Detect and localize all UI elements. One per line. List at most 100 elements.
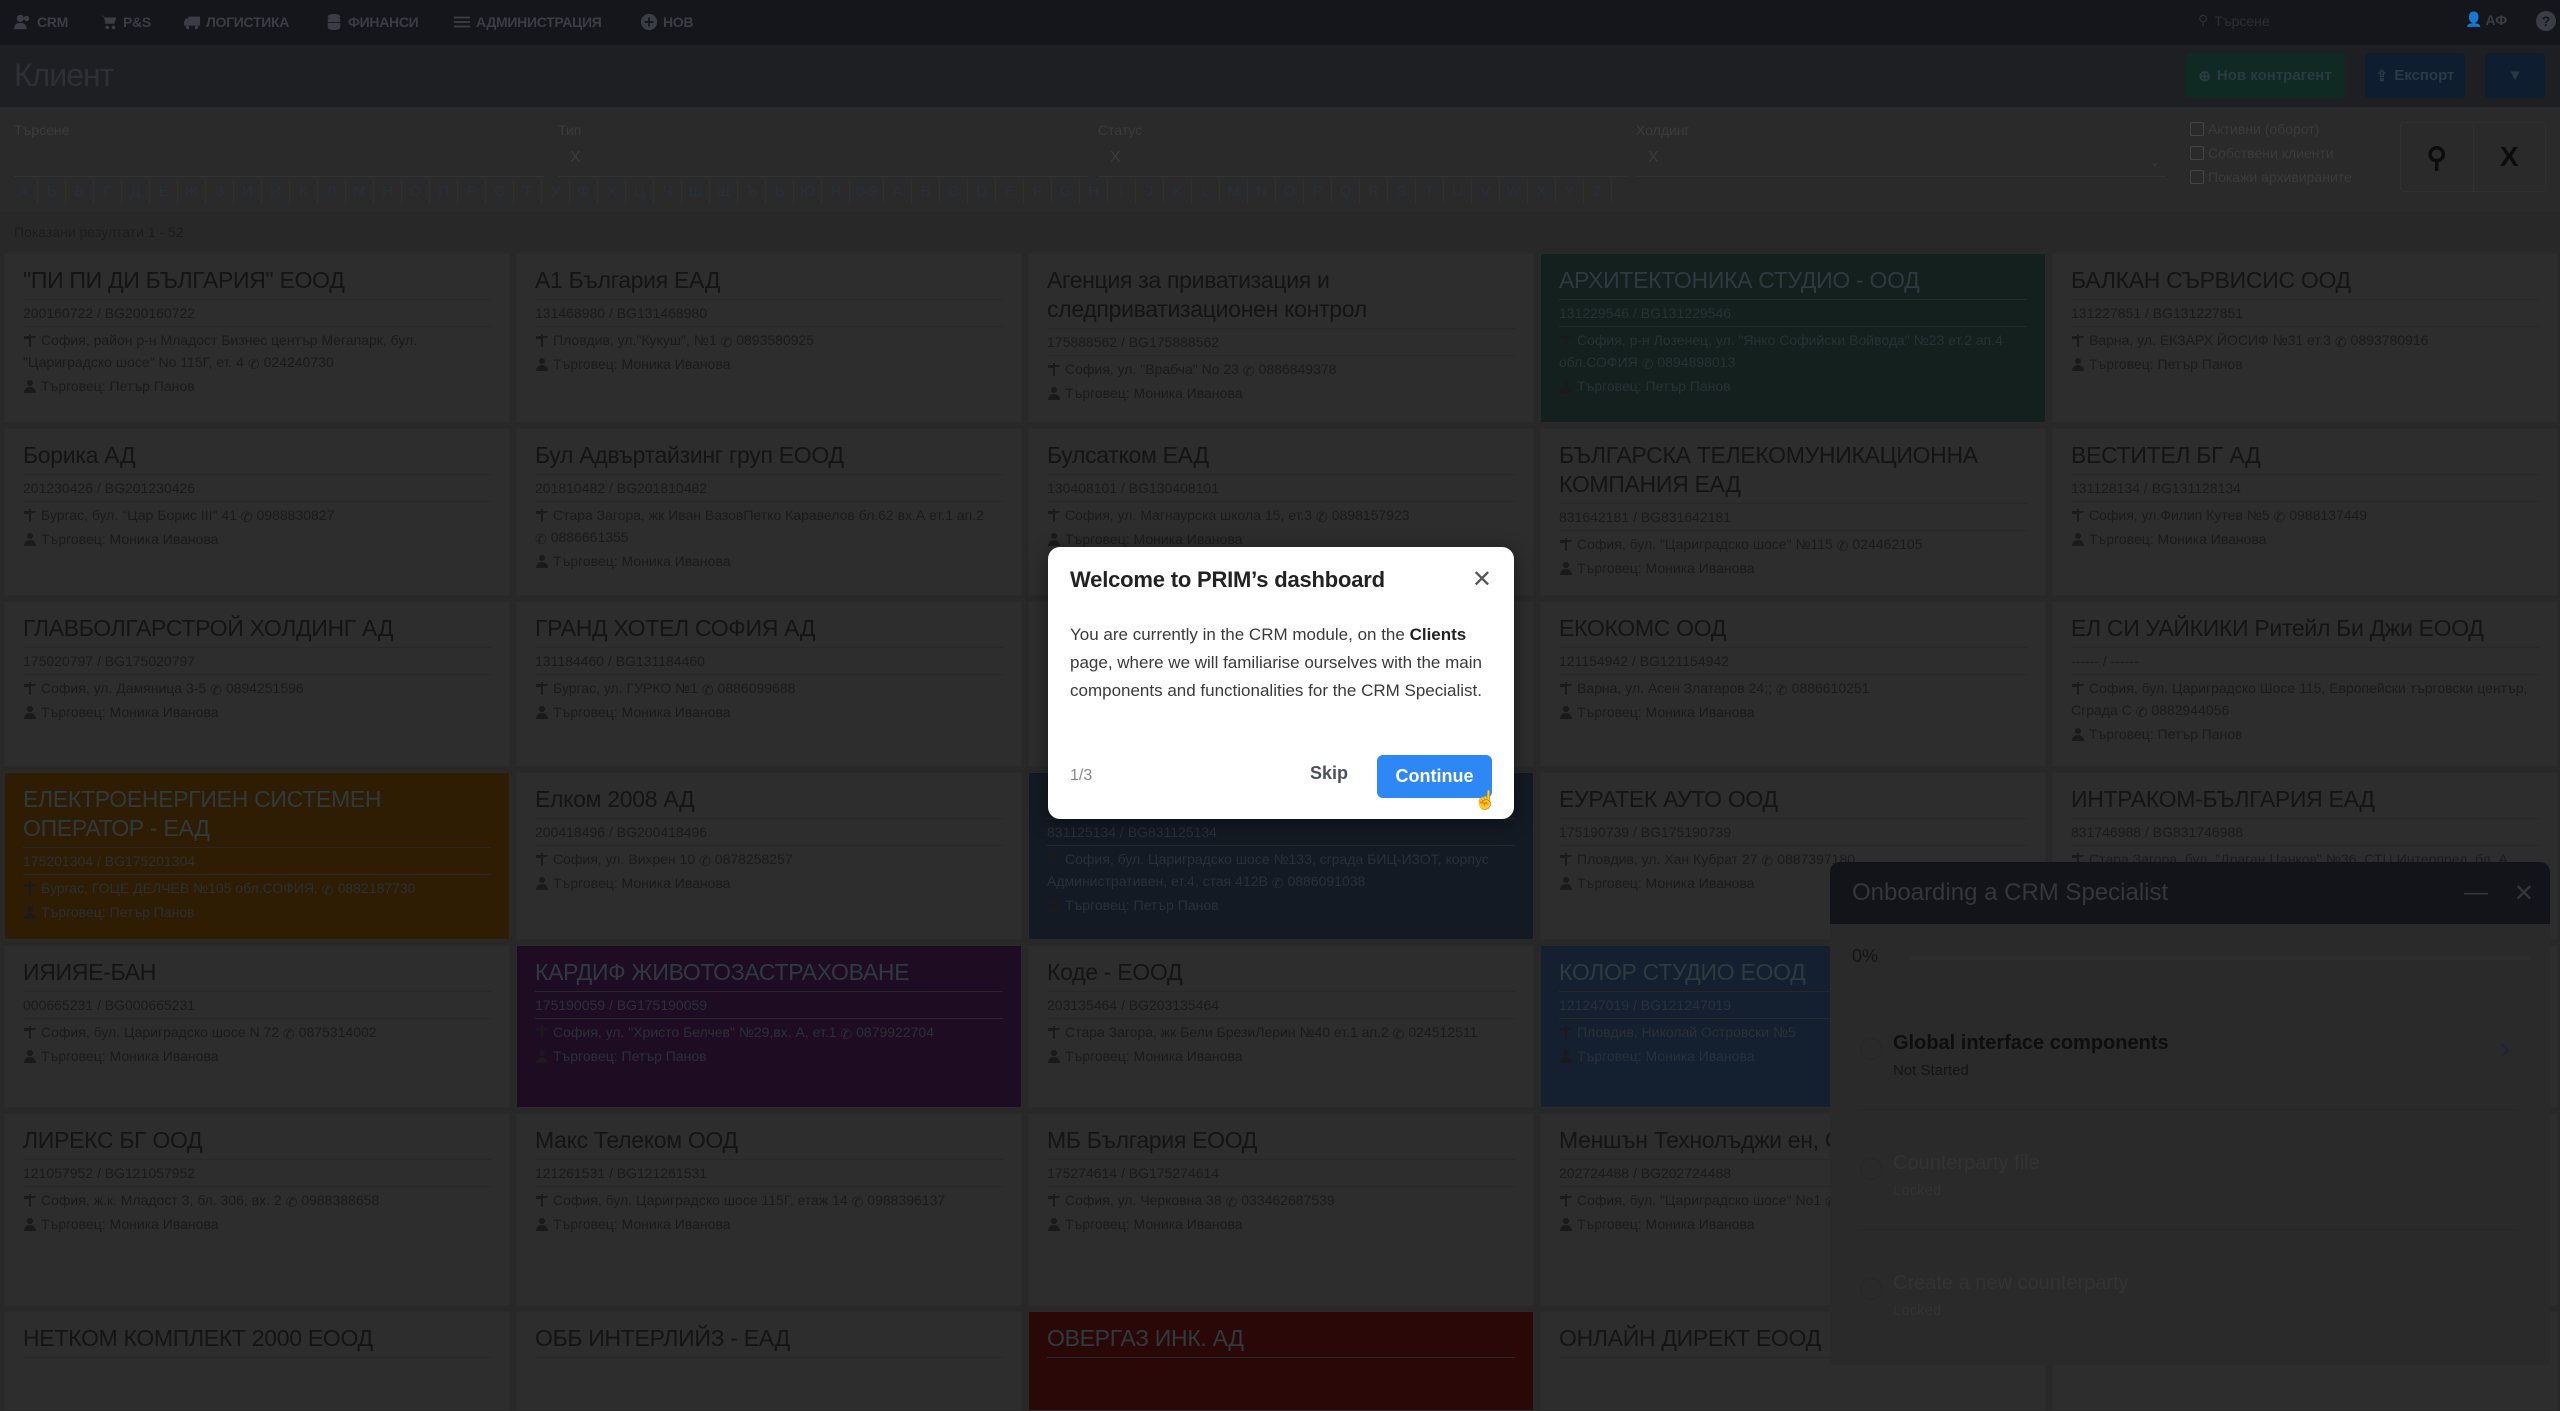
checkbox[interactable] bbox=[2190, 122, 2204, 136]
letter-filter[interactable]: P bbox=[1304, 179, 1332, 204]
nav-logistics[interactable]: ЛОГИСТИКА bbox=[183, 13, 289, 31]
nav-crm[interactable]: CRM bbox=[14, 13, 68, 31]
letter-filter[interactable]: G bbox=[1052, 179, 1080, 204]
client-name[interactable]: НЕТКОМ КОМПЛЕКТ 2000 ЕООД bbox=[23, 1324, 491, 1358]
client-card[interactable]: Агенция за приватизация и следприватизац… bbox=[1028, 253, 1534, 423]
letter-filter[interactable]: Ю bbox=[794, 179, 822, 204]
letter-filter[interactable]: J bbox=[1136, 179, 1164, 204]
letter-filter[interactable]: F bbox=[1024, 179, 1052, 204]
letter-filter[interactable]: Ж bbox=[178, 179, 206, 204]
letter-filter[interactable]: Ф bbox=[570, 179, 598, 204]
letter-filter[interactable]: Х bbox=[598, 179, 626, 204]
letter-filter[interactable]: И bbox=[234, 179, 262, 204]
letter-filter[interactable]: Е bbox=[150, 179, 178, 204]
close-icon[interactable]: ✕ bbox=[2514, 879, 2534, 908]
letter-filter[interactable]: U bbox=[1444, 179, 1472, 204]
onboarding-item[interactable]: Global interface components Not Started › bbox=[1858, 992, 2518, 1110]
letter-filter[interactable]: S bbox=[1388, 179, 1416, 204]
client-name[interactable]: ЕЛЕКТРОЕНЕРГИЕН СИСТЕМЕН ОПЕРАТОР - ЕАД bbox=[23, 785, 491, 848]
letter-filter[interactable]: Z bbox=[1584, 179, 1612, 204]
client-card[interactable]: ОББ ИНТЕРЛИЙЗ - ЕАД bbox=[516, 1311, 1022, 1411]
client-name[interactable]: Коде - ЕООД bbox=[1047, 958, 1515, 992]
letter-filter[interactable]: Ь bbox=[766, 179, 794, 204]
letter-filter[interactable]: М bbox=[346, 179, 374, 204]
client-card[interactable]: БАЛКАН СЪРВИСИС ООД 131227851 / BG1312278… bbox=[2052, 253, 2558, 423]
help-icon[interactable]: ? bbox=[2536, 11, 2556, 31]
client-name[interactable]: ЛИРЕКС БГ ООД bbox=[23, 1126, 491, 1160]
checkbox-own-clients[interactable]: Собствени клиенти bbox=[2190, 145, 2334, 161]
letter-filter[interactable]: I bbox=[1108, 179, 1136, 204]
client-name[interactable]: МБ България ЕООД bbox=[1047, 1126, 1515, 1160]
client-card[interactable]: ЕЛЕКТРОЕНЕРГИЕН СИСТЕМЕН ОПЕРАТОР - ЕАД 1… bbox=[4, 772, 510, 940]
letter-filter[interactable]: Y bbox=[1556, 179, 1584, 204]
client-name[interactable]: ЕУРАТЕК АУТО ООД bbox=[1559, 785, 2027, 819]
global-search[interactable]: ⚲ Търсене bbox=[2198, 12, 2270, 29]
letter-filter[interactable]: M bbox=[1220, 179, 1248, 204]
letter-filter[interactable]: W bbox=[1500, 179, 1528, 204]
nav-ps[interactable]: P&S bbox=[100, 13, 151, 31]
letter-filter[interactable]: K bbox=[1164, 179, 1192, 204]
client-card[interactable]: АРХИТЕКТОНИКА СТУДИО - ООД 131229546 / BG… bbox=[1540, 253, 2046, 423]
client-name[interactable]: ГРАНД ХОТЕЛ СОФИЯ АД bbox=[535, 614, 1003, 648]
client-name[interactable]: Макс Телеком ООД bbox=[535, 1126, 1003, 1160]
nav-new[interactable]: НОВ bbox=[640, 13, 694, 31]
letter-filter[interactable]: L bbox=[1192, 179, 1220, 204]
client-card[interactable]: ГРАНД ХОТЕЛ СОФИЯ АД 131184460 / BG131184… bbox=[516, 601, 1022, 767]
user-menu[interactable]: 👤 АФ bbox=[2465, 11, 2507, 28]
client-name[interactable]: ОББ ИНТЕРЛИЙЗ - ЕАД bbox=[535, 1324, 1003, 1358]
client-name[interactable]: ЕКОКОМС ООД bbox=[1559, 614, 2027, 648]
client-name[interactable]: А1 България ЕАД bbox=[535, 266, 1003, 300]
letter-filter[interactable]: Ш bbox=[682, 179, 710, 204]
letter-filter[interactable]: 0-9 bbox=[850, 179, 884, 204]
client-name[interactable]: Булсатком ЕАД bbox=[1047, 441, 1515, 475]
client-card[interactable]: МБ България ЕООД 175274614 / BG175274614 С… bbox=[1028, 1113, 1534, 1306]
client-card[interactable]: БЪЛГАРСКА ТЕЛЕКОМУНИКАЦИОННА КОМПАНИЯ ЕА… bbox=[1540, 428, 2046, 596]
client-card[interactable]: ГЛАВБОЛГАРСТРОЙ ХОЛДИНГ АД 175020797 / BG… bbox=[4, 601, 510, 767]
client-card[interactable]: А1 България ЕАД 131468980 / BG131468980 Пл… bbox=[516, 253, 1022, 423]
search-input[interactable] bbox=[14, 149, 544, 177]
letter-filter[interactable]: Г bbox=[94, 179, 122, 204]
minimize-icon[interactable]: — bbox=[2464, 879, 2488, 907]
letter-filter[interactable]: D bbox=[968, 179, 996, 204]
letter-filter[interactable]: Л bbox=[318, 179, 346, 204]
client-card[interactable]: КАРДИФ ЖИВОТОЗАСТРАХОВАНЕ 175190059 / BG1… bbox=[516, 945, 1022, 1108]
letter-filter[interactable]: К bbox=[290, 179, 318, 204]
export-button[interactable]: ⇪ Експорт bbox=[2365, 53, 2465, 98]
letter-filter[interactable]: V bbox=[1472, 179, 1500, 204]
client-name[interactable]: ИНТРАКОМ-БЪЛГАРИЯ ЕАД bbox=[2071, 785, 2539, 819]
letter-filter[interactable]: T bbox=[1416, 179, 1444, 204]
letter-filter[interactable]: Q bbox=[1332, 179, 1360, 204]
client-name[interactable]: "ПИ ПИ ДИ БЪЛГАРИЯ" ЕООД bbox=[23, 266, 491, 300]
letter-filter[interactable]: Д bbox=[122, 179, 150, 204]
holding-select[interactable]: X bbox=[1636, 149, 2166, 177]
client-card[interactable]: ЕЛ СИ УАЙКИКИ Ритейл Би Джи ЕООД ------ /… bbox=[2052, 601, 2558, 767]
clear-button[interactable]: X bbox=[2472, 123, 2546, 191]
client-name[interactable]: ОВЕРГАЗ ИНК. АД bbox=[1047, 1324, 1515, 1358]
client-card[interactable]: ЛИРЕКС БГ ООД 121057952 / BG121057952 Софи… bbox=[4, 1113, 510, 1306]
letter-filter[interactable]: О bbox=[402, 179, 430, 204]
letter-filter[interactable]: R bbox=[1360, 179, 1388, 204]
letter-filter[interactable]: Ц bbox=[626, 179, 654, 204]
client-name[interactable]: БЪЛГАРСКА ТЕЛЕКОМУНИКАЦИОННА КОМПАНИЯ ЕА… bbox=[1559, 441, 2027, 504]
letter-filter[interactable]: А bbox=[10, 179, 38, 204]
letter-filter[interactable]: С bbox=[486, 179, 514, 204]
search-button[interactable]: ⚲ bbox=[2401, 123, 2473, 191]
client-card[interactable]: "ПИ ПИ ДИ БЪЛГАРИЯ" ЕООД 200160722 / BG20… bbox=[4, 253, 510, 423]
nav-finance[interactable]: ФИНАНСИ bbox=[325, 13, 419, 31]
client-card[interactable]: ВЕСТИТЕЛ БГ АД 131128134 / BG131128134 Соф… bbox=[2052, 428, 2558, 596]
close-icon[interactable]: ✕ bbox=[1472, 565, 1492, 594]
client-card[interactable]: ЕКОКОМС ООД 121154942 / BG121154942 Варна,… bbox=[1540, 601, 2046, 767]
letter-filter[interactable]: П bbox=[430, 179, 458, 204]
letter-filter[interactable]: Щ bbox=[710, 179, 738, 204]
client-name[interactable]: АРХИТЕКТОНИКА СТУДИО - ООД bbox=[1559, 266, 2027, 300]
letter-filter[interactable]: O bbox=[1276, 179, 1304, 204]
client-name[interactable]: ЕЛ СИ УАЙКИКИ Ритейл Би Джи ЕООД bbox=[2071, 614, 2539, 648]
checkbox-archived[interactable]: Покажи архивираните bbox=[2190, 169, 2352, 185]
letter-filter[interactable]: Ч bbox=[654, 179, 682, 204]
client-name[interactable]: ГЛАВБОЛГАРСТРОЙ ХОЛДИНГ АД bbox=[23, 614, 491, 648]
letter-filter[interactable]: Б bbox=[38, 179, 66, 204]
letter-filter[interactable]: В bbox=[66, 179, 94, 204]
client-card[interactable]: Елком 2008 АД 200418496 / BG200418496 Софи… bbox=[516, 772, 1022, 940]
client-card[interactable]: Бул Адвъртайзинг груп ЕООД 201810482 / BG… bbox=[516, 428, 1022, 596]
client-card[interactable]: Коде - ЕООД 203135464 / BG203135464 Стара … bbox=[1028, 945, 1534, 1108]
